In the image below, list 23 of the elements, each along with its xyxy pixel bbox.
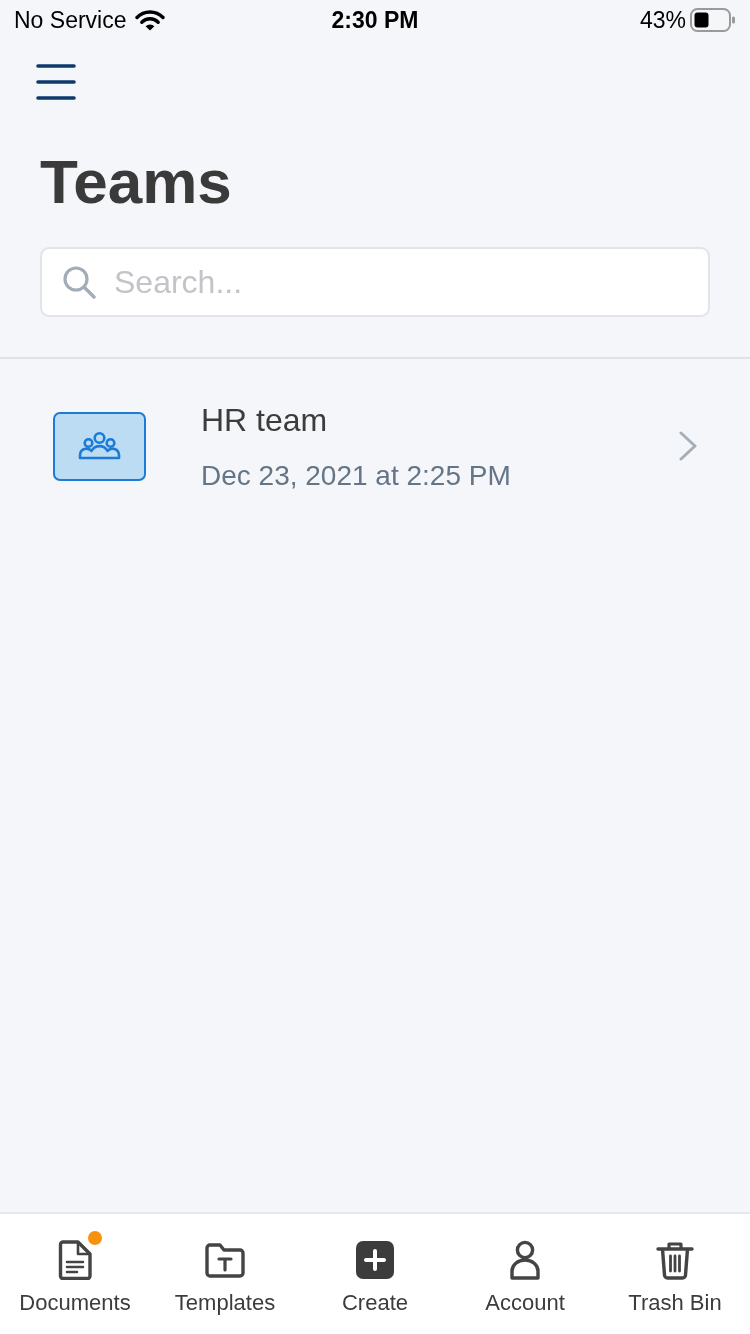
tab-item[interactable]: Documents [0, 1214, 150, 1334]
battery-icon [690, 8, 736, 32]
trash-icon [655, 1240, 695, 1280]
clock-time: 2:30 PM [331, 6, 419, 34]
carrier-label: No Service [14, 6, 127, 34]
search-field[interactable]: Search... [40, 247, 710, 317]
battery-percentage: 43% [639, 6, 686, 34]
page-title: Teams [40, 146, 232, 218]
tab-item[interactable]: Account [450, 1214, 600, 1334]
tab-item[interactable]: Trash Bin [600, 1214, 750, 1334]
tab-item[interactable]: Create [300, 1214, 450, 1334]
team-date: Dec 23, 2021 at 2:25 PM [201, 458, 511, 493]
search-icon [62, 265, 96, 299]
team-name: HR team [201, 400, 328, 440]
plus-icon [356, 1241, 394, 1279]
chevron-right-icon [679, 431, 697, 461]
wifi-icon [135, 9, 166, 31]
tab-item[interactable]: Templates [150, 1214, 300, 1334]
document-icon [58, 1240, 92, 1280]
person-icon [509, 1240, 541, 1280]
folder-icon [205, 1242, 245, 1278]
people-group-icon [53, 411, 146, 481]
menu-icon[interactable] [36, 64, 76, 100]
